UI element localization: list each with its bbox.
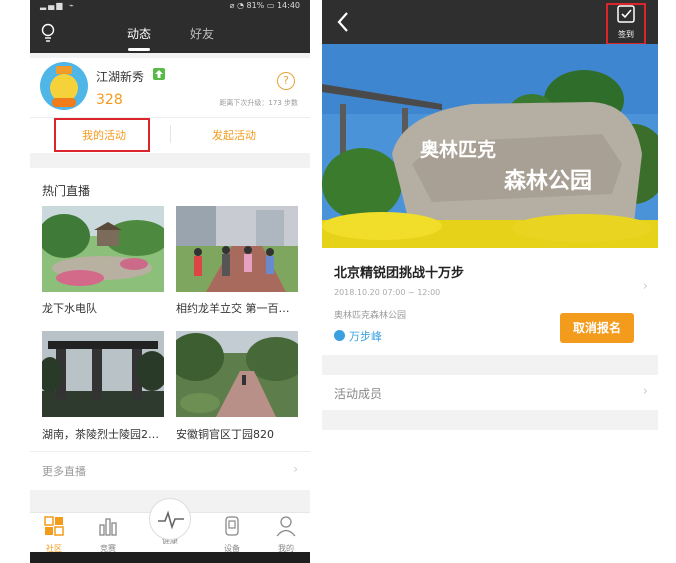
section-title: 热门直播	[42, 184, 91, 198]
heartbeat-icon	[158, 510, 184, 530]
section-gap	[322, 355, 658, 375]
tab-underline	[128, 48, 150, 51]
crown-icon	[56, 66, 72, 74]
highlight-box	[606, 3, 646, 45]
lightbulb-icon[interactable]	[40, 23, 56, 43]
cancel-registration-button[interactable]: 取消报名	[560, 313, 634, 343]
start-activity-button[interactable]: 发起活动	[212, 127, 256, 143]
nav-community[interactable]: 社区	[34, 515, 74, 554]
live-thumbnail[interactable]	[42, 331, 164, 417]
live-thumbnail[interactable]	[176, 331, 298, 417]
more-live-link[interactable]: 更多直播	[42, 463, 86, 479]
garden-image	[42, 206, 164, 292]
avatar[interactable]	[40, 62, 88, 110]
memorial-gate-image	[42, 331, 164, 417]
event-title: 北京精锐团挑战十万步	[334, 266, 465, 281]
nav-me[interactable]: 我的	[266, 515, 306, 554]
divider	[30, 451, 310, 452]
top-bar: 签到	[322, 0, 658, 45]
right-phone: 签到 奥林匹克 森林公园 北京精锐团挑战十万步 2018.10.20 07:00…	[322, 0, 658, 563]
user-name: 江湖新秀	[96, 70, 145, 84]
user-icon	[276, 516, 296, 537]
status-bar: ▂▄▆ ⌁ ⌀ ◔ 81% ▭ 14:40	[30, 0, 310, 12]
status-right: ⌀ ◔ 81% ▭ 14:40	[229, 1, 300, 10]
level-up-icon	[153, 68, 165, 80]
live-thumbnail[interactable]	[42, 206, 164, 292]
event-organizer[interactable]: 万步峰	[334, 328, 382, 344]
park-path-image	[176, 331, 298, 417]
divider	[170, 125, 171, 143]
tab-friends[interactable]: 好友	[190, 25, 214, 42]
avatar-badge	[52, 98, 76, 107]
chevron-right-icon[interactable]: ›	[643, 279, 648, 294]
left-phone: ▂▄▆ ⌁ ⌀ ◔ 81% ▭ 14:40 动态 好友 江湖新秀 328 ? 距…	[30, 0, 310, 563]
runners-image	[176, 206, 298, 292]
event-cover-image: 奥林匹克 森林公园	[322, 44, 658, 248]
user-score: 328	[96, 92, 123, 108]
event-time: 2018.10.20 07:00 ~ 12:00	[334, 288, 441, 297]
stone-text-2: 森林公园	[504, 168, 592, 194]
profile-card: 江湖新秀 328 ? 距离下次升级：173 步数 我的活动 发起活动	[30, 58, 310, 153]
community-icon	[44, 516, 64, 536]
live-label[interactable]: 相约龙羊立交 第一百…	[176, 300, 300, 316]
live-label[interactable]: 龙下水电队	[42, 300, 166, 316]
event-location: 奥林匹克森林公园	[334, 311, 407, 321]
live-thumbnail[interactable]	[176, 206, 298, 292]
live-label[interactable]: 湖南，茶陵烈士陵园2…	[42, 426, 166, 442]
chevron-right-icon[interactable]: ›	[643, 384, 648, 399]
chevron-right-icon[interactable]: ›	[293, 462, 298, 476]
tab-dynamic[interactable]: 动态	[127, 25, 151, 42]
health-button[interactable]	[149, 498, 191, 540]
back-arrow-icon[interactable]	[334, 10, 352, 34]
section-gap	[322, 410, 658, 430]
next-level-text: 距离下次升级：173 步数	[219, 99, 298, 107]
screenshot-root: ▂▄▆ ⌁ ⌀ ◔ 81% ▭ 14:40 动态 好友 江湖新秀 328 ? 距…	[0, 0, 676, 563]
help-icon[interactable]: ?	[277, 72, 295, 90]
organizer-name: 万步峰	[349, 330, 382, 343]
live-label[interactable]: 安徽铜官区丁园820	[176, 426, 300, 442]
highlight-box	[54, 118, 150, 152]
clock: 14:40	[276, 1, 300, 10]
nav-device[interactable]: 设备	[212, 515, 252, 554]
nav-competition[interactable]: 竞赛	[88, 515, 128, 554]
organizer-icon	[334, 330, 345, 341]
park-stone-image: 奥林匹克 森林公园	[322, 44, 658, 248]
signal-icons: ▂▄▆ ⌁	[40, 1, 76, 10]
device-icon	[225, 516, 239, 536]
trophy-icon	[99, 518, 117, 536]
event-members-link[interactable]: 活动成员	[334, 385, 382, 402]
system-nav-bar	[30, 552, 310, 563]
battery-percent: 81%	[246, 1, 265, 10]
top-nav: 动态 好友	[30, 12, 310, 53]
stone-text-1: 奥林匹克	[420, 138, 496, 161]
hot-live-section: 热门直播 龙下水电队 相约龙羊立交 第一百… 湖南，茶陵烈士陵园2… 安徽铜官区…	[30, 168, 310, 490]
